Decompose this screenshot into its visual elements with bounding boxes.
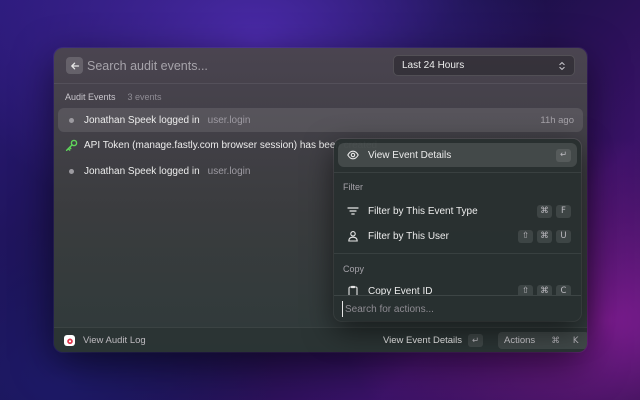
user-icon bbox=[348, 231, 358, 242]
action-view-event-details[interactable]: View Event Details ↵ bbox=[338, 143, 577, 167]
chevron-up-down-icon bbox=[559, 61, 565, 70]
key-icon bbox=[65, 139, 77, 151]
section-count: 3 events bbox=[127, 92, 162, 102]
action-copy-event-id[interactable]: Copy Event ID ⇧ ⌘ C bbox=[338, 279, 577, 295]
shift-key-icon: ⇧ bbox=[518, 229, 533, 243]
actions-label: Actions bbox=[504, 335, 536, 346]
time-range-value: Last 24 Hours bbox=[402, 60, 465, 71]
section-title: Audit Events bbox=[65, 92, 116, 102]
section-header: Audit Events 3 events bbox=[65, 92, 162, 102]
divider bbox=[334, 172, 581, 173]
footer-title: View Audit Log bbox=[83, 335, 146, 346]
action-label: Copy Event ID bbox=[368, 285, 433, 296]
command-key-icon: ⌘ bbox=[551, 335, 560, 346]
action-label: View Event Details bbox=[368, 149, 452, 161]
return-key-icon: ↵ bbox=[556, 148, 571, 162]
event-type: user.login bbox=[207, 165, 251, 177]
action-label: Filter by This Event Type bbox=[368, 205, 478, 217]
section-label-filter: Filter bbox=[343, 182, 363, 192]
c-key: C bbox=[556, 284, 571, 295]
fastly-logo-icon bbox=[64, 335, 75, 346]
k-key: K bbox=[572, 335, 579, 346]
command-key-icon: ⌘ bbox=[537, 204, 552, 218]
f-key: F bbox=[556, 204, 571, 218]
event-time: 11h ago bbox=[540, 114, 574, 126]
action-panel-list[interactable]: View Event Details ↵ Filter Filter by Th… bbox=[334, 139, 581, 295]
eye-icon bbox=[347, 150, 359, 160]
time-range-dropdown[interactable]: Last 24 Hours bbox=[393, 55, 575, 76]
command-key-icon: ⌘ bbox=[537, 284, 552, 295]
section-label-copy: Copy bbox=[343, 264, 365, 274]
action-filter-event-type[interactable]: Filter by This Event Type ⌘ F bbox=[338, 199, 577, 223]
action-search-input[interactable] bbox=[342, 301, 572, 317]
clipboard-icon bbox=[348, 285, 358, 295]
event-title: Jonathan Speek logged in bbox=[84, 114, 200, 126]
arrow-left-icon bbox=[70, 62, 79, 69]
divider bbox=[334, 253, 581, 254]
filter-icon bbox=[347, 207, 359, 215]
action-label: Filter by This User bbox=[368, 230, 449, 242]
back-button[interactable] bbox=[66, 57, 83, 74]
u-key: U bbox=[556, 229, 571, 243]
event-type: user.login bbox=[207, 114, 251, 126]
return-key-icon: ↵ bbox=[468, 334, 483, 347]
action-filter-user[interactable]: Filter by This User ⇧ ⌘ U bbox=[338, 224, 577, 248]
list-item[interactable]: Jonathan Speek logged in user.login 11h … bbox=[58, 108, 583, 132]
footer-primary-action[interactable]: View Event Details bbox=[383, 335, 462, 346]
command-key-icon: ⌘ bbox=[537, 229, 552, 243]
footer-bar: View Audit Log View Event Details ↵ Acti… bbox=[54, 327, 587, 352]
dot-icon bbox=[68, 168, 74, 174]
shift-key-icon: ⇧ bbox=[518, 284, 533, 295]
event-title: Jonathan Speek logged in bbox=[84, 165, 200, 177]
search-bar: Last 24 Hours bbox=[54, 48, 587, 84]
search-input[interactable] bbox=[87, 56, 387, 76]
dot-icon bbox=[68, 117, 74, 123]
action-search-bar bbox=[334, 295, 581, 321]
actions-button[interactable]: Actions ⌘ K bbox=[498, 332, 587, 349]
action-panel: View Event Details ↵ Filter Filter by Th… bbox=[334, 139, 581, 321]
